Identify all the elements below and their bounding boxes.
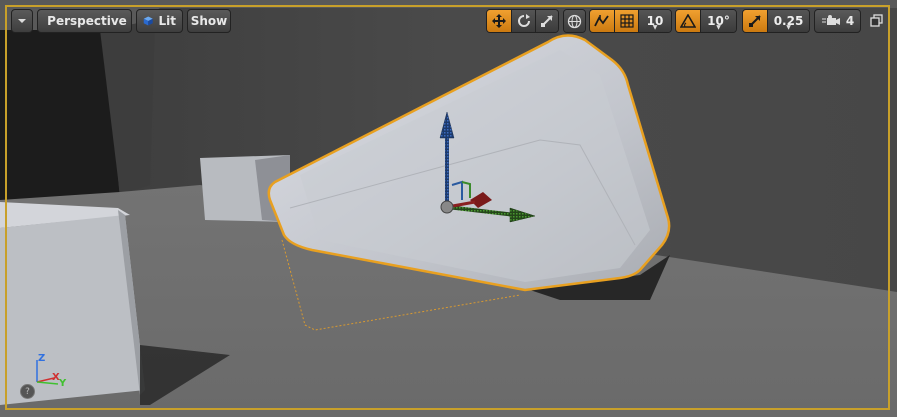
rotation-snap-toggle[interactable]: [676, 10, 700, 32]
perspective-button[interactable]: Perspective: [37, 9, 132, 33]
axis-label-y: Y: [59, 378, 67, 389]
help-icon[interactable]: ?: [20, 384, 35, 399]
lit-label: Lit: [158, 14, 177, 28]
scale-snap-group: 0.25 ▼: [742, 9, 810, 33]
rotation-snap-caret: ▼: [716, 24, 721, 31]
camera-speed-label: 4: [845, 14, 855, 28]
camera-icon: [821, 15, 840, 25]
transform-tools: [486, 9, 559, 33]
left-wall: [0, 30, 120, 205]
rotation-snap-group: 10° ▼: [675, 9, 737, 33]
grid-icon: [619, 14, 634, 28]
chevron-down-icon: [18, 19, 26, 23]
lit-button[interactable]: Lit: [136, 9, 183, 33]
coordinate-space-group: [563, 9, 586, 33]
lit-cube-icon: [143, 16, 153, 26]
show-label: Show: [190, 14, 228, 28]
world-space-toggle[interactable]: [564, 10, 585, 32]
grid-snap-value[interactable]: 10 ▼: [638, 10, 671, 32]
rotate-icon: [517, 14, 530, 27]
viewport[interactable]: Z X Y ? Perspective Lit Show 10 ▼ 10° ▼ …: [0, 0, 897, 417]
angle-icon: [680, 14, 696, 28]
perspective-label: Perspective: [47, 14, 127, 28]
maximize-icon[interactable]: [870, 14, 884, 28]
scale-snap-caret: ▼: [786, 24, 791, 31]
rotate-tool[interactable]: [511, 10, 535, 32]
globe-icon: [567, 14, 582, 28]
help-glyph: ?: [25, 386, 30, 397]
scene-render[interactable]: [0, 0, 897, 417]
axis-label-z: Z: [38, 353, 46, 364]
move-icon: [492, 14, 506, 28]
grid-snap-caret: ▼: [652, 24, 658, 31]
show-button[interactable]: Show: [187, 9, 231, 33]
gizmo-center[interactable]: [440, 200, 454, 214]
scale-tool[interactable]: [535, 10, 558, 32]
surface-snap-icon: [594, 15, 609, 27]
camera-speed-button[interactable]: 4: [814, 9, 861, 33]
translate-tool[interactable]: [487, 10, 511, 32]
viewport-menu-button[interactable]: [11, 9, 33, 33]
scale-icon: [541, 15, 553, 27]
scale-snap-toggle[interactable]: [743, 10, 767, 32]
surface-snap-toggle[interactable]: [590, 10, 614, 32]
rotation-snap-value[interactable]: 10° ▼: [700, 10, 736, 32]
grid-snap-toggle[interactable]: [614, 10, 638, 32]
grid-snap-group: 10 ▼: [589, 9, 672, 33]
scale-snap-value[interactable]: 0.25 ▼: [767, 10, 809, 32]
scale-snap-icon: [749, 15, 761, 27]
